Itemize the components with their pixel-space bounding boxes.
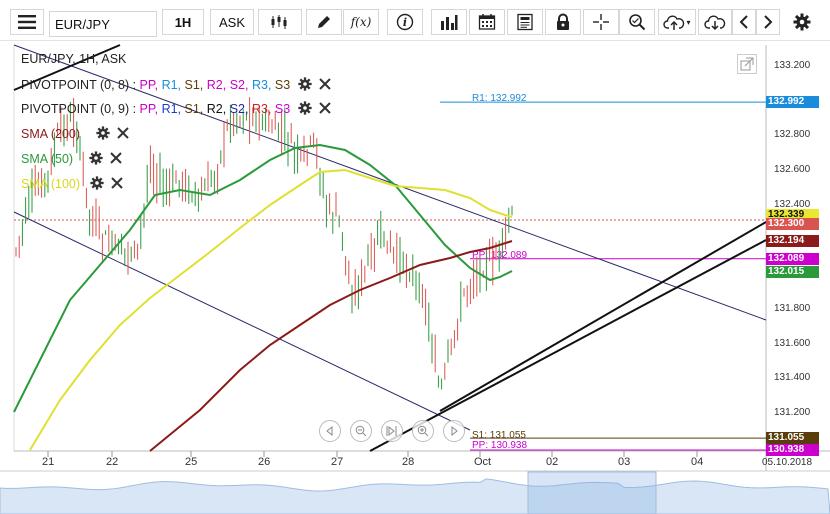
pivot-1-level-r3: R3, xyxy=(251,77,275,92)
sma-200-label: SMA (200) xyxy=(21,126,81,141)
pivot-2-remove-button[interactable] xyxy=(319,102,331,117)
gear-icon xyxy=(95,126,110,140)
zoom-in-button[interactable] xyxy=(412,420,434,442)
trendline-lower xyxy=(13,211,471,431)
price-label: 132.089 xyxy=(766,252,819,265)
pivot-2-level-s2: S2, xyxy=(229,101,252,116)
scroll-left-icon xyxy=(326,426,333,436)
black-trendline-2 xyxy=(369,239,767,452)
sma-100-legend: SMA (100) xyxy=(21,176,123,193)
sma-50-remove-button[interactable] xyxy=(110,152,122,167)
scroll-right-button[interactable] xyxy=(443,420,465,442)
close-icon xyxy=(319,102,331,114)
close-icon xyxy=(319,78,331,90)
reset-icon xyxy=(386,425,397,437)
pivot-1-level-r2: R2, xyxy=(206,77,230,92)
price-label: 132.300 xyxy=(766,218,819,230)
pivot-legend-1: PIVOTPOINT (0, 8) : PP, R1, S1, R2, S2, … xyxy=(21,77,331,94)
zoom-out-icon xyxy=(355,425,367,437)
sma-100-remove-button[interactable] xyxy=(111,177,123,192)
zoom-in-icon xyxy=(417,425,429,437)
price-label: 131.055 xyxy=(766,432,819,445)
pivot-2-name: PIVOTPOINT (0, 9) xyxy=(21,101,130,116)
price-label: 130.938 xyxy=(766,444,819,456)
sma-50-label: SMA (50) xyxy=(21,151,74,166)
expand-icon xyxy=(740,57,754,71)
pivot-1-level-s2: S2, xyxy=(229,77,252,92)
zoom-out-button[interactable] xyxy=(350,420,372,442)
pivot-1-levels: PP, R1, S1, R2, S2, R3, S3 xyxy=(140,78,291,92)
price-label: 132.015 xyxy=(766,265,819,278)
sma-200-settings-button[interactable] xyxy=(95,126,110,143)
sma-50-legend: SMA (50) xyxy=(21,151,122,168)
pivot-1-separator: : xyxy=(129,77,140,92)
sma-100-label: SMA (100) xyxy=(21,176,81,191)
time-tick: 02 xyxy=(546,456,559,468)
last-date-label: 05.10.2018 xyxy=(762,457,813,468)
pivot-2-level-s3: S3 xyxy=(274,101,291,116)
close-icon xyxy=(111,177,123,189)
time-tick: 26 xyxy=(258,456,271,468)
time-tick: 27 xyxy=(331,456,344,468)
price-label: 132.992 xyxy=(766,96,819,109)
sma-200-remove-button[interactable] xyxy=(117,127,129,142)
pivot-2-level-s1: S1, xyxy=(184,101,207,116)
price-label: 132.194 xyxy=(766,234,819,247)
pivot-1-level-r1: R1, xyxy=(161,77,185,92)
pivot-1-level-s1: S1, xyxy=(184,77,207,92)
price-tick: 132.600 xyxy=(774,164,811,176)
chart-title: EUR/JPY, 1H, ASK xyxy=(21,52,127,66)
time-tick: 03 xyxy=(618,456,631,468)
price-tick: 131.800 xyxy=(774,302,811,314)
scroll-right-icon xyxy=(451,426,458,436)
time-tick: 21 xyxy=(42,456,55,468)
gear-icon xyxy=(298,77,312,91)
close-icon xyxy=(110,152,122,164)
gear-icon xyxy=(298,101,312,115)
pivot-1-settings-button[interactable] xyxy=(298,77,312,94)
sma-50-settings-button[interactable] xyxy=(88,151,103,168)
price-tick: 133.200 xyxy=(774,60,811,71)
pivot-1-level-pp: PP, xyxy=(139,77,162,92)
close-icon xyxy=(117,127,129,139)
time-tick: 04 xyxy=(691,456,704,468)
time-tick: 28 xyxy=(402,456,415,468)
pivot-2-separator: : xyxy=(129,101,140,116)
pivot-2-settings-button[interactable] xyxy=(298,101,312,118)
pivot-2-level-r1: R1, xyxy=(161,101,185,116)
price-tick: 132.800 xyxy=(774,129,811,141)
expand-chart-button[interactable] xyxy=(737,54,757,74)
pivot-1-remove-button[interactable] xyxy=(319,78,331,93)
pivot-1-name: PIVOTPOINT (0, 8) xyxy=(21,77,130,92)
pivot-legend-2: PIVOTPOINT (0, 9) : PP, R1, S1, R2, S2, … xyxy=(21,101,331,118)
sma-200-legend: SMA (200) xyxy=(21,126,129,143)
gear-icon xyxy=(89,176,104,190)
pivot-2-levels: PP, R1, S1, R2, S2, R3, S3 xyxy=(140,102,291,116)
pivot-1-level-s3: S3 xyxy=(274,77,291,92)
price-tick: 131.400 xyxy=(774,372,811,384)
r1-line-label: R1: 132.992 xyxy=(472,93,527,104)
time-tick: 25 xyxy=(185,456,198,468)
gear-icon xyxy=(88,151,103,165)
navigator-window xyxy=(527,471,657,514)
sma-100-settings-button[interactable] xyxy=(89,176,104,193)
navigator-area xyxy=(0,478,830,514)
scroll-left-button[interactable] xyxy=(319,420,341,442)
pp-lower-line-label: PP: 130.938 xyxy=(472,440,527,451)
sma-100-line xyxy=(29,168,513,451)
time-tick: Oct xyxy=(474,456,492,468)
time-tick: 22 xyxy=(106,456,119,468)
pivot-2-level-pp: PP, xyxy=(139,101,162,116)
price-tick: 131.600 xyxy=(774,337,811,349)
price-tick: 132.400 xyxy=(774,198,811,210)
price-tick: 131.200 xyxy=(774,407,811,418)
reset-zoom-button[interactable] xyxy=(381,420,403,442)
pivot-2-level-r2: R2, xyxy=(206,101,230,116)
pivot-2-level-r3: R3, xyxy=(251,101,275,116)
